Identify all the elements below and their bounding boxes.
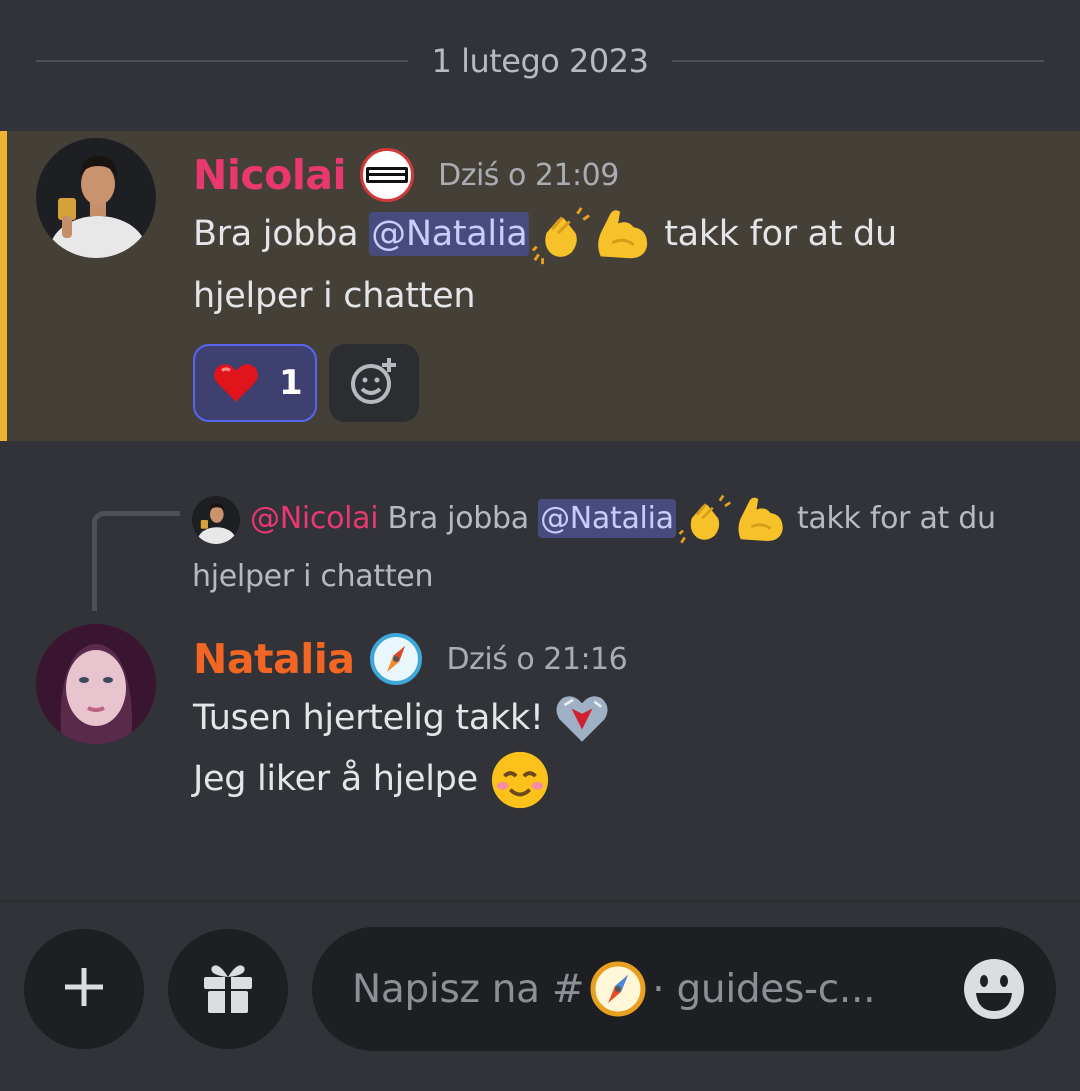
reaction-heart-button[interactable]: 1 xyxy=(193,344,317,422)
crystal-heart-emoji-icon xyxy=(554,691,610,747)
message-line-2: Jeg liker å hjelpe xyxy=(193,749,953,811)
message-nicolai[interactable]: Nicolai Dziś o 21:09 Bra jobba @Natalia … xyxy=(0,131,1080,441)
date-divider-label: 1 lutego 2023 xyxy=(431,42,649,80)
chat-screen: 1 lutego 2023 Nicolai Dziś o 21:09 Bra j… xyxy=(0,0,1080,1091)
message-content: Bra jobba @Natalia takk for at du hjelpe… xyxy=(193,204,953,327)
message-content: Tusen hjertelig takk! Jeg liker å hjelpe xyxy=(193,688,953,811)
user-mention[interactable]: @Natalia xyxy=(369,212,530,256)
server-tag-badge-icon xyxy=(360,148,415,202)
reaction-count: 1 xyxy=(279,363,303,403)
smiling-face-emoji-icon xyxy=(489,749,551,811)
reply-flexed-biceps-emoji-icon xyxy=(732,492,788,548)
add-reaction-icon xyxy=(349,356,399,410)
reply-connector-line xyxy=(92,511,180,611)
plus-icon xyxy=(61,964,107,1014)
divider-line-right xyxy=(672,60,1044,62)
channel-compass-icon xyxy=(590,961,646,1017)
timestamp: Dziś o 21:09 xyxy=(438,157,619,193)
message-input-placeholder: Napisz na # · guides-c... xyxy=(352,961,876,1017)
username-natalia[interactable]: Natalia xyxy=(193,635,355,683)
message-input[interactable]: Napisz na # · guides-c... xyxy=(312,927,1056,1051)
add-reaction-button[interactable] xyxy=(329,344,419,422)
gift-button[interactable] xyxy=(168,929,288,1049)
reply-mention[interactable]: @Natalia xyxy=(538,499,676,538)
message-line-2-text: Jeg liker å hjelpe xyxy=(193,759,478,799)
reply-clapping-hands-emoji-icon xyxy=(676,492,732,548)
message-line-1-text: Tusen hjertelig takk! xyxy=(193,698,544,738)
reply-avatar-nicolai xyxy=(192,495,240,544)
clapping-hands-emoji-icon xyxy=(529,204,591,266)
reply-reference[interactable]: @Nicolai Bra jobba @Natalia takk for at … xyxy=(192,490,1032,606)
gift-icon xyxy=(198,957,258,1021)
reply-text-start: Bra jobba xyxy=(387,501,539,536)
avatar-nicolai[interactable] xyxy=(36,138,156,258)
timestamp: Dziś o 21:16 xyxy=(446,641,628,677)
username-nicolai[interactable]: Nicolai xyxy=(193,151,347,199)
red-heart-emoji-icon xyxy=(211,358,261,408)
placeholder-prefix: Napisz na # xyxy=(352,966,585,1012)
compass-badge-icon xyxy=(369,632,423,686)
message-header: Natalia Dziś o 21:16 xyxy=(193,630,628,688)
attach-button[interactable] xyxy=(24,929,144,1049)
message-line-1: Tusen hjertelig takk! xyxy=(193,688,953,749)
reply-username[interactable]: @Nicolai xyxy=(250,501,379,536)
composer-bar: Napisz na # · guides-c... xyxy=(0,900,1080,1091)
placeholder-suffix: · guides-c... xyxy=(652,966,876,1012)
reactions-bar: 1 xyxy=(193,344,419,422)
avatar-natalia[interactable] xyxy=(36,624,156,744)
date-divider: 1 lutego 2023 xyxy=(36,38,1044,84)
message-text-start: Bra jobba xyxy=(193,214,370,254)
flexed-biceps-emoji-icon xyxy=(591,204,653,266)
message-header: Nicolai Dziś o 21:09 xyxy=(193,147,619,203)
divider-line-left xyxy=(36,60,408,62)
emoji-smile-icon[interactable] xyxy=(962,957,1026,1021)
